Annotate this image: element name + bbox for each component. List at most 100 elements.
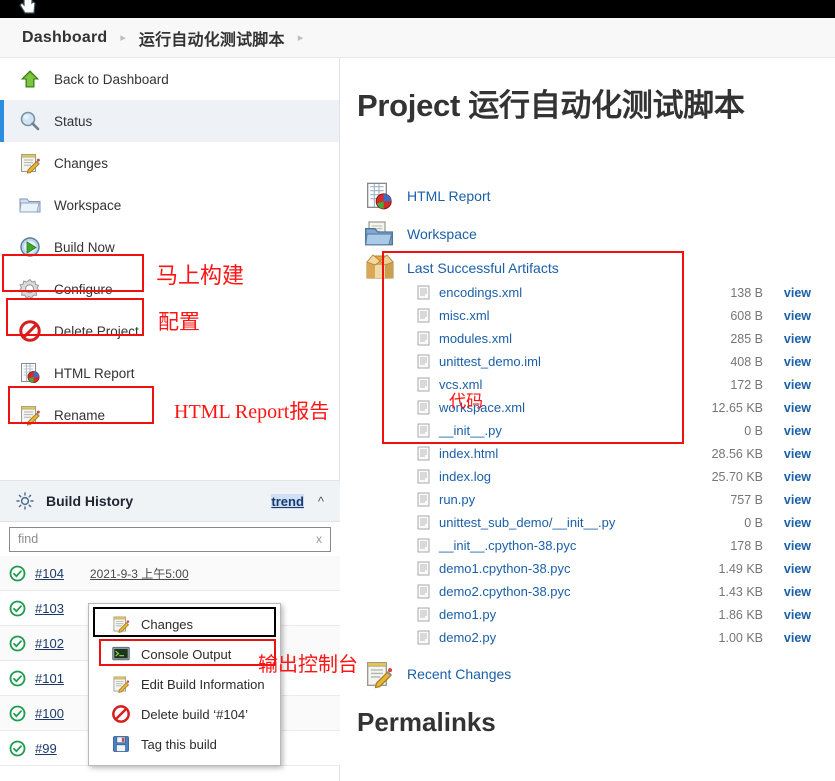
build-date-link[interactable]: 2021-9-3 上午5:00	[90, 565, 189, 582]
artifact-view-link[interactable]: view	[784, 516, 811, 530]
html-report-link-row[interactable]: HTML Report	[363, 177, 835, 215]
artifact-row[interactable]: index.log 25.70 KB view	[341, 465, 835, 488]
artifact-name[interactable]: index.log	[439, 469, 491, 484]
html-report-link-label[interactable]: HTML Report	[407, 188, 491, 204]
sidebar-item-configure[interactable]: Configure	[0, 268, 339, 310]
artifact-view-link[interactable]: view	[784, 447, 811, 461]
artifact-view-link[interactable]: view	[784, 286, 811, 300]
build-number-link[interactable]: #104	[35, 566, 64, 581]
build-number-link[interactable]: #101	[35, 671, 64, 686]
build-history-trend-link[interactable]: trend	[271, 493, 304, 509]
artifact-view-link[interactable]: view	[784, 493, 811, 507]
artifact-view-link[interactable]: view	[784, 309, 811, 323]
artifact-name[interactable]: __init__.cpython-38.pyc	[439, 538, 576, 553]
artifact-row[interactable]: encodings.xml 138 B view	[341, 281, 835, 304]
sidebar-item-changes[interactable]: Changes	[0, 142, 339, 184]
artifact-view-link[interactable]: view	[784, 470, 811, 484]
artifact-size: 0 B	[744, 515, 763, 530]
main-content: Project 运行自动化测试脚本 HTML Report Workspace …	[341, 58, 835, 781]
context-menu-item-delete-build[interactable]: Delete build ‘#104’	[89, 699, 280, 729]
workspace-link-row[interactable]: Workspace	[363, 215, 835, 253]
context-menu-item-console-output[interactable]: Console Output	[89, 639, 280, 669]
sidebar-item-build-now[interactable]: Build Now	[0, 226, 339, 268]
breadcrumb-separator-2: ▸	[297, 32, 304, 44]
artifact-view-link[interactable]: view	[784, 332, 811, 346]
sidebar-item-status[interactable]: Status	[0, 100, 339, 142]
chevron-up-icon[interactable]: ^	[318, 494, 324, 509]
artifact-row[interactable]: vcs.xml 172 B view	[341, 373, 835, 396]
artifact-name[interactable]: vcs.xml	[439, 377, 482, 392]
notepad-pencil-icon	[111, 614, 131, 634]
artifact-view-link[interactable]: view	[784, 378, 811, 392]
recent-changes-link-label[interactable]: Recent Changes	[407, 666, 511, 682]
artifact-view-link[interactable]: view	[784, 424, 811, 438]
breadcrumb-item-dashboard[interactable]: Dashboard	[22, 29, 107, 47]
recent-changes-link-row[interactable]: Recent Changes	[363, 655, 835, 693]
file-icon	[416, 469, 431, 484]
sidebar-item-workspace[interactable]: Workspace	[0, 184, 339, 226]
artifact-name[interactable]: demo2.py	[439, 630, 496, 645]
artifact-row[interactable]: misc.xml 608 B view	[341, 304, 835, 327]
artifact-view-link[interactable]: view	[784, 562, 811, 576]
artifact-row[interactable]: unittest_sub_demo/__init__.py 0 B view	[341, 511, 835, 534]
artifact-name[interactable]: demo2.cpython-38.pyc	[439, 584, 571, 599]
build-number-link[interactable]: #102	[35, 636, 64, 651]
build-number-link[interactable]: #103	[35, 601, 64, 616]
artifact-name[interactable]: run.py	[439, 492, 475, 507]
artifact-view-link[interactable]: view	[784, 401, 811, 415]
context-menu-item-changes[interactable]: Changes	[89, 609, 280, 639]
artifact-row[interactable]: index.html 28.56 KB view	[341, 442, 835, 465]
artifact-view-link[interactable]: view	[784, 585, 811, 599]
artifact-row[interactable]: run.py 757 B view	[341, 488, 835, 511]
sidebar-item-label: Status	[54, 113, 93, 129]
build-number-link[interactable]: #100	[35, 706, 64, 721]
artifact-view-link[interactable]: view	[784, 355, 811, 369]
artifacts-heading-row[interactable]: Last Successful Artifacts	[363, 254, 835, 281]
artifact-size: 1.43 KB	[718, 584, 763, 599]
artifact-name[interactable]: unittest_sub_demo/__init__.py	[439, 515, 615, 530]
sidebar-item-rename[interactable]: Rename	[0, 394, 339, 436]
sidebar-item-delete-project[interactable]: Delete Project	[0, 310, 339, 352]
artifact-name[interactable]: workspace.xml	[439, 400, 525, 415]
file-icon	[416, 423, 431, 438]
artifacts-heading-label[interactable]: Last Successful Artifacts	[407, 260, 559, 276]
artifact-size: 1.86 KB	[718, 607, 763, 622]
artifact-view-link[interactable]: view	[784, 608, 811, 622]
artifact-name[interactable]: demo1.cpython-38.pyc	[439, 561, 571, 576]
sidebar-item-label: Workspace	[54, 197, 122, 213]
artifact-size: 28.56 KB	[711, 446, 763, 461]
permalinks-heading: Permalinks	[357, 707, 496, 737]
artifact-view-link[interactable]: view	[784, 631, 811, 645]
artifact-name[interactable]: __init__.py	[439, 423, 502, 438]
build-number-link[interactable]: #99	[35, 741, 57, 756]
workspace-link-label[interactable]: Workspace	[407, 226, 477, 242]
artifact-row[interactable]: workspace.xml 12.65 KB view	[341, 396, 835, 419]
context-menu-item-tag-this-build[interactable]: Tag this build	[89, 729, 280, 759]
artifact-row[interactable]: unittest_demo.iml 408 B view	[341, 350, 835, 373]
artifact-row[interactable]: __init__.cpython-38.pyc 178 B view	[341, 534, 835, 557]
file-icon	[416, 607, 431, 622]
artifact-name[interactable]: index.html	[439, 446, 498, 461]
artifact-row[interactable]: demo2.cpython-38.pyc 1.43 KB view	[341, 580, 835, 603]
artifact-name[interactable]: modules.xml	[439, 331, 512, 346]
sidebar-item-back-to-dashboard[interactable]: Back to Dashboard	[0, 58, 339, 100]
file-icon	[416, 515, 431, 530]
context-menu-item-edit-build-information[interactable]: Edit Build Information	[89, 669, 280, 699]
artifact-row[interactable]: modules.xml 285 B view	[341, 327, 835, 350]
build-history-find-input[interactable]: find x	[9, 526, 331, 552]
sidebar-item-html-report[interactable]: HTML Report	[0, 352, 339, 394]
artifact-name[interactable]: misc.xml	[439, 308, 490, 323]
artifact-row[interactable]: demo2.py 1.00 KB view	[341, 626, 835, 649]
artifact-name[interactable]: unittest_demo.iml	[439, 354, 541, 369]
artifact-row[interactable]: demo1.cpython-38.pyc 1.49 KB view	[341, 557, 835, 580]
artifact-view-link[interactable]: view	[784, 539, 811, 553]
file-icon	[416, 377, 431, 392]
artifact-row[interactable]: demo1.py 1.86 KB view	[341, 603, 835, 626]
artifact-name[interactable]: demo1.py	[439, 607, 496, 622]
breadcrumb-item-project[interactable]: 运行自动化测试脚本	[139, 26, 285, 50]
find-clear-icon[interactable]: x	[316, 532, 322, 546]
artifact-size: 1.00 KB	[718, 630, 763, 645]
build-history-row[interactable]: #104 2021-9-3 上午5:00	[0, 556, 340, 591]
artifact-name[interactable]: encodings.xml	[439, 285, 522, 300]
artifact-row[interactable]: __init__.py 0 B view	[341, 419, 835, 442]
